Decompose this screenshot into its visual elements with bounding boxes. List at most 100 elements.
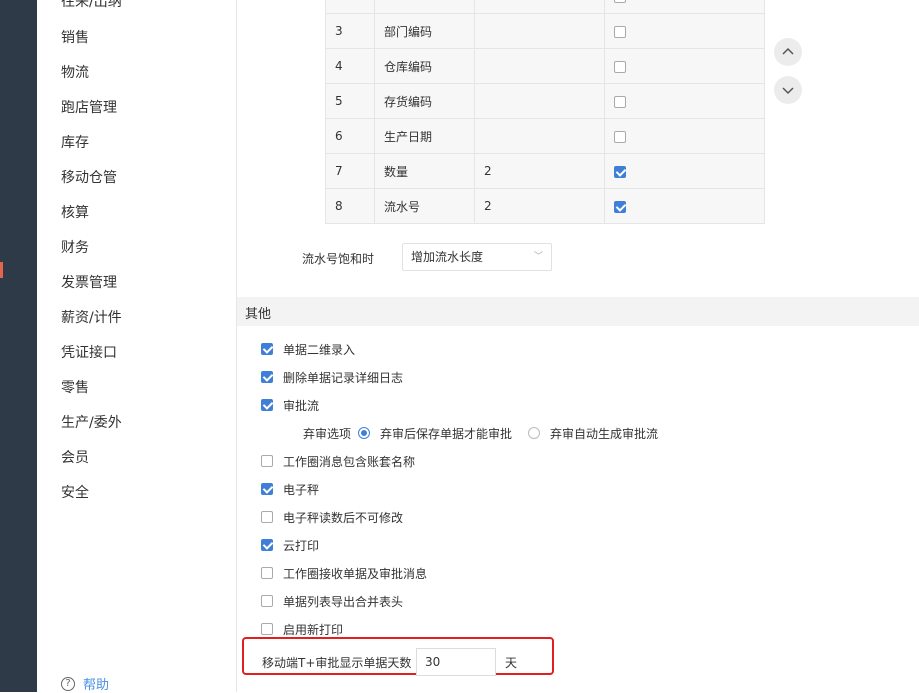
option-row[interactable]: 云打印 [261, 536, 319, 554]
table-row: 8 流水号 2 [325, 188, 765, 224]
field-enabled-cell [604, 188, 765, 224]
row-number: 6 [325, 118, 375, 154]
sidebar-item[interactable]: 往来/出纳 [61, 0, 122, 12]
option-row[interactable]: 工作圈消息包含账套名称 [261, 452, 415, 470]
abandon-choice-auto-label: 弃审自动生成审批流 [550, 426, 659, 441]
sidebar-item[interactable]: 销售 [61, 28, 89, 48]
option-checkbox[interactable] [261, 595, 273, 607]
field-length[interactable]: 2 [474, 188, 605, 224]
serial-saturation-select[interactable]: 增加流水长度 ﹀ [402, 243, 552, 271]
sidebar-item[interactable]: 会员 [61, 448, 89, 468]
field-name: 数量 [374, 153, 475, 189]
move-down-button[interactable] [774, 76, 802, 104]
field-enabled-cell [604, 13, 765, 49]
row-number: 8 [325, 188, 375, 224]
field-enabled-checkbox[interactable] [614, 25, 626, 38]
sidebar-item[interactable]: 薪资/计件 [61, 308, 122, 328]
sidebar: 往来/出纳销售物流跑店管理库存移动仓管核算财务发票管理薪资/计件凭证接口零售生产… [37, 0, 237, 693]
option-checkbox[interactable] [261, 455, 273, 467]
row-number: 5 [325, 83, 375, 119]
field-length[interactable] [474, 48, 605, 84]
abandon-choice-auto[interactable]: 弃审自动生成审批流 [528, 424, 658, 442]
field-enabled-checkbox[interactable] [614, 95, 626, 108]
option-row[interactable]: 审批流 [261, 396, 319, 414]
sidebar-item[interactable]: 生产/委外 [61, 413, 122, 433]
serial-saturation-value: 增加流水长度 [411, 250, 484, 264]
chevron-down-icon [782, 87, 794, 95]
sidebar-item[interactable]: 财务 [61, 238, 89, 258]
field-length[interactable] [474, 83, 605, 119]
table-row: 3 部门编码 [325, 13, 765, 49]
sidebar-item[interactable]: 发票管理 [61, 273, 117, 293]
field-enabled-checkbox[interactable] [614, 0, 626, 3]
table-row: 7 数量 2 [325, 153, 765, 189]
option-row[interactable]: 启用新打印 [261, 620, 343, 638]
field-enabled-checkbox[interactable] [614, 130, 626, 143]
sidebar-item[interactable]: 核算 [61, 203, 89, 223]
option-row[interactable]: 单据二维录入 [261, 340, 355, 358]
field-enabled-cell [604, 48, 765, 84]
field-length[interactable] [474, 13, 605, 49]
field-enabled-checkbox[interactable] [614, 165, 626, 178]
move-up-button[interactable] [774, 38, 802, 66]
option-label: 删除单据记录详细日志 [283, 370, 404, 385]
chevron-up-icon [782, 47, 794, 55]
option-label: 电子秤 [283, 482, 320, 497]
field-enabled-cell [604, 83, 765, 119]
radio-save[interactable] [358, 427, 370, 439]
abandon-choice-save-label: 弃审后保存单据才能审批 [380, 426, 513, 441]
radio-auto[interactable] [528, 427, 540, 439]
mobile-days-label: 移动端T+审批显示单据天数 [262, 656, 412, 670]
table-row: 2… [325, 0, 765, 14]
app-rail [0, 0, 37, 692]
field-enabled-cell [604, 118, 765, 154]
sidebar-item[interactable]: 库存 [61, 133, 89, 153]
mobile-days-input[interactable] [416, 648, 496, 676]
field-enabled-cell [604, 0, 765, 14]
option-label: 单据列表导出合并表头 [283, 594, 404, 609]
help-link[interactable]: ? 帮助 [61, 674, 109, 693]
field-enabled-checkbox[interactable] [614, 60, 626, 73]
other-section-title: 其他 [245, 307, 272, 322]
abandon-choice-save[interactable]: 弃审后保存单据才能审批 [358, 424, 512, 442]
row-number: 4 [325, 48, 375, 84]
field-name: 仓库编码 [374, 48, 475, 84]
option-row[interactable]: 电子秤 [261, 480, 319, 498]
option-label: 单据二维录入 [283, 342, 356, 357]
field-length[interactable] [474, 118, 605, 154]
mobile-days-unit: 天 [505, 656, 518, 670]
serial-fields-table: 2…3部门编码4仓库编码5存货编码6生产日期7数量28流水号2 [325, 0, 765, 224]
rail-indicator [0, 262, 3, 278]
option-label: 工作圈接收单据及审批消息 [283, 566, 428, 581]
option-checkbox[interactable] [261, 399, 273, 411]
sidebar-item[interactable]: 物流 [61, 63, 89, 83]
sidebar-item[interactable]: 移动仓管 [61, 168, 117, 188]
sidebar-item[interactable]: 安全 [61, 483, 89, 503]
table-row: 5 存货编码 [325, 83, 765, 119]
option-checkbox[interactable] [261, 623, 273, 635]
field-enabled-checkbox[interactable] [614, 200, 626, 213]
table-row: 6 生产日期 [325, 118, 765, 154]
option-checkbox[interactable] [261, 371, 273, 383]
option-checkbox[interactable] [261, 567, 273, 579]
sidebar-item[interactable]: 零售 [61, 378, 89, 398]
row-number: 3 [325, 13, 375, 49]
option-checkbox[interactable] [261, 539, 273, 551]
row-number: 2 [325, 0, 375, 14]
field-length[interactable] [474, 0, 605, 14]
field-name: 流水号 [374, 188, 475, 224]
option-checkbox[interactable] [261, 511, 273, 523]
abandon-label: 弃审选项 [303, 427, 352, 441]
field-length[interactable]: 2 [474, 153, 605, 189]
option-row[interactable]: 单据列表导出合并表头 [261, 592, 403, 610]
option-checkbox[interactable] [261, 483, 273, 495]
sidebar-item[interactable]: 跑店管理 [61, 98, 117, 118]
field-name: 生产日期 [374, 118, 475, 154]
option-row[interactable]: 工作圈接收单据及审批消息 [261, 564, 427, 582]
option-row[interactable]: 电子秤读数后不可修改 [261, 508, 403, 526]
option-checkbox[interactable] [261, 343, 273, 355]
option-row[interactable]: 删除单据记录详细日志 [261, 368, 403, 386]
main-panel: 2…3部门编码4仓库编码5存货编码6生产日期7数量28流水号2 流水号饱和时 增… [237, 0, 919, 692]
field-enabled-cell [604, 153, 765, 189]
sidebar-item[interactable]: 凭证接口 [61, 343, 117, 363]
